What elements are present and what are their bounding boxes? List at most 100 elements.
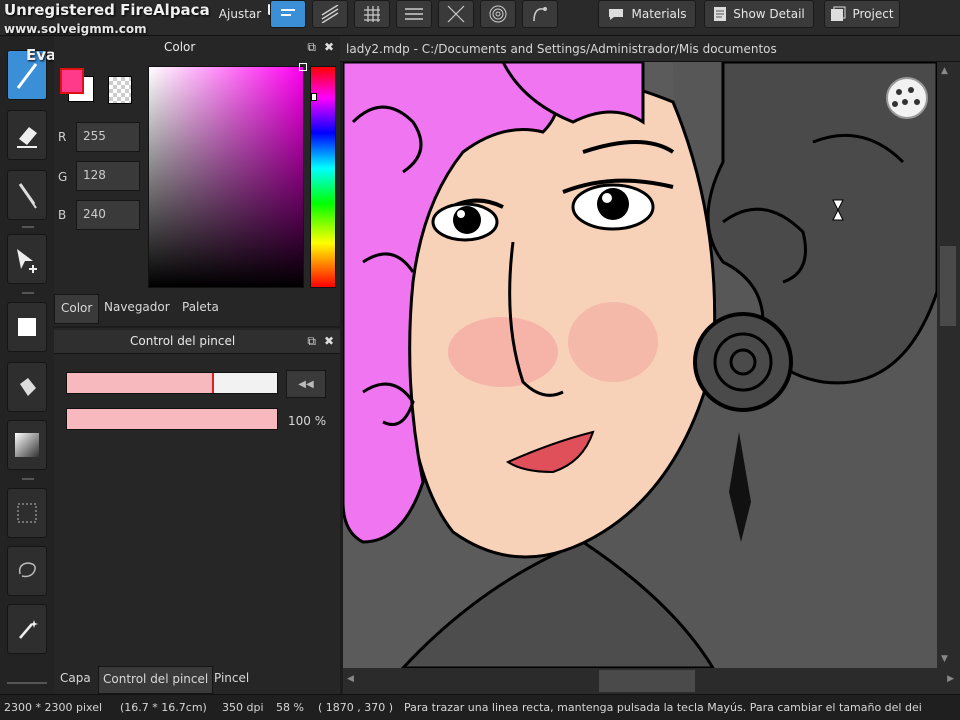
color-panel-title: Color xyxy=(164,40,196,54)
document-icon xyxy=(714,7,727,21)
brush-panel-title: Control del pincel xyxy=(130,334,236,348)
popout-icon[interactable]: ⧉ xyxy=(307,334,316,349)
horizontal-scrollbar[interactable]: ◀ ▶ xyxy=(343,668,960,694)
show-detail-button[interactable]: Show Detail xyxy=(704,0,814,28)
tool-separator xyxy=(7,682,47,684)
rewind-icon: ◀◀ xyxy=(298,378,314,390)
lasso-tool[interactable] xyxy=(7,546,47,596)
fill-rect-tool[interactable] xyxy=(7,302,47,352)
eraser-icon xyxy=(17,127,37,148)
brush-size-fill xyxy=(67,373,214,393)
speech-bubble-icon xyxy=(609,9,624,20)
left-panel-tabs: Capa Control del pincel Pincel xyxy=(54,666,340,694)
tab-color[interactable]: Color xyxy=(54,294,100,324)
saturation-value-picker[interactable] xyxy=(148,63,307,288)
popout-icon[interactable]: ⧉ xyxy=(307,40,316,55)
snap-off-button[interactable] xyxy=(270,0,306,28)
foreground-color-swatch[interactable] xyxy=(60,68,84,94)
tool-separator xyxy=(22,292,34,294)
status-zoom: 58 % xyxy=(276,701,304,714)
drawing-canvas[interactable] xyxy=(343,62,937,668)
bucket-tool[interactable] xyxy=(7,362,47,412)
bucket-icon xyxy=(20,378,36,396)
move-tool[interactable] xyxy=(7,234,47,284)
ajustar-button[interactable]: Ajustar xyxy=(212,0,268,28)
brush-size-slider[interactable] xyxy=(66,372,278,394)
hue-slider[interactable] xyxy=(310,66,336,288)
scroll-down-icon[interactable]: ▼ xyxy=(941,654,948,664)
brush-panel-header: Control del pincel ⧉ ✖ xyxy=(54,330,340,354)
project-icon xyxy=(831,6,846,21)
parallel-lines-icon xyxy=(321,5,339,23)
tab-pincel[interactable]: Pincel xyxy=(210,666,253,694)
tab-navegador[interactable]: Navegador xyxy=(98,294,176,324)
materials-button[interactable]: Materials xyxy=(598,0,696,28)
magic-wand-icon xyxy=(19,620,38,639)
concentric-circles-icon xyxy=(489,5,507,23)
rewind-button[interactable]: ◀◀ xyxy=(286,370,326,398)
g-label: G xyxy=(58,170,68,184)
g-value-field[interactable]: 128 xyxy=(76,161,140,191)
tab-control-del-pincel[interactable]: Control del pincel xyxy=(98,666,214,694)
color-panel-header: Color ⧉ ✖ xyxy=(54,36,340,60)
snap-parallel-button[interactable] xyxy=(312,0,348,28)
tool-separator xyxy=(22,478,34,480)
close-icon[interactable]: ✖ xyxy=(324,334,334,349)
select-tool[interactable] xyxy=(7,488,47,538)
brush-tool-icon xyxy=(18,183,37,209)
tool-column xyxy=(0,36,54,694)
b-label: B xyxy=(58,208,67,222)
watermark-line2: www.solveigmm.com xyxy=(4,22,147,36)
ajustar-label: Ajustar xyxy=(218,7,262,21)
project-button[interactable]: Project xyxy=(824,0,900,28)
b-value-field[interactable]: 240 xyxy=(76,200,140,230)
pen-icon xyxy=(16,63,38,89)
curve-icon xyxy=(533,7,547,22)
transparent-color-swatch[interactable] xyxy=(108,76,132,104)
status-image-size-cm: (16.7 * 16.7cm) xyxy=(120,701,207,714)
grid-icon xyxy=(364,6,380,22)
project-label: Project xyxy=(852,7,894,21)
lasso-icon xyxy=(18,562,36,578)
vertical-scroll-thumb[interactable] xyxy=(940,246,956,326)
status-dpi: 350 dpi xyxy=(222,701,264,714)
brush-opacity-slider[interactable] xyxy=(66,408,278,430)
gradient-tool[interactable] xyxy=(7,420,47,470)
snap-radial-button[interactable] xyxy=(438,0,474,28)
tool-separator xyxy=(22,226,34,228)
tab-paleta[interactable]: Paleta xyxy=(176,294,225,324)
gradient-icon xyxy=(15,433,39,457)
move-cursor-icon xyxy=(17,249,37,273)
select-rect-icon xyxy=(17,503,37,523)
radial-icon xyxy=(447,5,465,23)
tab-capa[interactable]: Capa xyxy=(56,666,95,694)
scroll-right-icon[interactable]: ▶ xyxy=(947,674,954,684)
brush-control-panel: Control del pincel ⧉ ✖ ◀◀ 100 % xyxy=(54,328,340,668)
eraser-tool[interactable] xyxy=(7,110,47,160)
snap-circle-button[interactable] xyxy=(480,0,516,28)
picker-cursor xyxy=(299,63,307,71)
snap-lines-button[interactable] xyxy=(396,0,432,28)
horizontal-scroll-thumb[interactable] xyxy=(599,670,695,692)
document-tab-bar: lady2.mdp - C:/Documents and Settings/Ad… xyxy=(340,36,960,62)
dropper-pen-tool[interactable] xyxy=(7,170,47,220)
scroll-up-icon[interactable]: ▲ xyxy=(941,66,948,76)
status-hint: Para trazar una linea recta, mantenga pu… xyxy=(404,701,922,714)
r-label: R xyxy=(58,130,67,144)
materials-label: Materials xyxy=(631,7,687,21)
scroll-left-icon[interactable]: ◀ xyxy=(347,674,354,684)
snap-grid-button[interactable] xyxy=(354,0,390,28)
square-icon xyxy=(18,318,36,336)
color-panel-controls: ⧉ ✖ xyxy=(307,40,334,55)
brush-panel-controls: ⧉ ✖ xyxy=(307,334,334,349)
r-value-field[interactable]: 255 xyxy=(76,122,140,152)
color-panel: Color ⧉ ✖ R 255 G 128 B 240 Color Navega… xyxy=(54,36,340,326)
hue-cursor[interactable] xyxy=(311,93,317,101)
snap-curve-button[interactable] xyxy=(522,0,558,28)
status-coordinates: ( 1870 , 370 ) xyxy=(318,701,394,714)
vertical-scrollbar[interactable]: ▲ ▼ xyxy=(937,62,960,668)
document-tab[interactable]: lady2.mdp - C:/Documents and Settings/Ad… xyxy=(346,42,777,56)
magic-wand-tool[interactable] xyxy=(7,604,47,654)
status-bar: 2300 * 2300 pixel (16.7 * 16.7cm) 350 dp… xyxy=(0,694,960,720)
close-icon[interactable]: ✖ xyxy=(324,40,334,55)
